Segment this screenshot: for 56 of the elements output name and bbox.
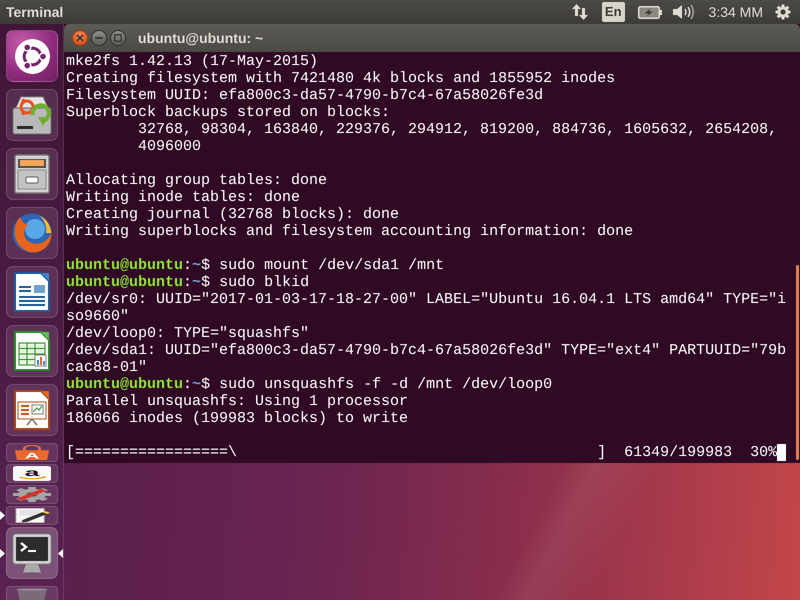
launcher-item[interactable] xyxy=(6,384,58,436)
terminal-output-line: 186066 inodes (199983 blocks) to write xyxy=(66,410,408,427)
command-line: ubuntu@ubuntu:~$ sudo mount /dev/sda1 /mnt xyxy=(66,257,444,274)
close-icon xyxy=(76,34,84,42)
spreadsheet-icon xyxy=(12,331,52,371)
up-down-arrows-icon[interactable] xyxy=(572,4,588,20)
paper-pencil-icon xyxy=(13,508,51,523)
globe-icon xyxy=(12,213,52,253)
terminal-output-line: /dev/loop0: TYPE="squashfs" xyxy=(66,325,310,342)
minimize-button[interactable] xyxy=(91,30,107,46)
launcher-item[interactable] xyxy=(6,148,58,200)
keyboard-layout-indicator[interactable]: En xyxy=(602,2,625,22)
file-cabinet-icon xyxy=(12,154,52,194)
terminal-output-line: cac88-01" xyxy=(66,359,148,376)
terminal-output-line: 4096000 xyxy=(138,138,202,155)
launcher-item[interactable] xyxy=(6,266,58,318)
disk-drive-icon xyxy=(12,95,52,135)
window-title: ubuntu@ubuntu: ~ xyxy=(138,30,264,46)
maximize-button[interactable] xyxy=(110,30,126,46)
terminal-output-line: Writing inode tables: done xyxy=(66,189,300,206)
launcher-item[interactable]: a xyxy=(6,464,58,483)
terminal-output-line: Creating journal (32768 blocks): done xyxy=(66,206,400,223)
launcher-item[interactable] xyxy=(6,30,58,82)
terminal-output-line: Parallel unsquashfs: Using 1 processor xyxy=(66,393,408,410)
minimize-icon xyxy=(95,37,103,39)
launcher-item[interactable] xyxy=(6,325,58,377)
launcher-item[interactable] xyxy=(6,506,58,525)
monitor-prompt-icon xyxy=(12,533,52,573)
terminal-output-line: mke2fs 1.42.13 (17-May-2015) xyxy=(66,53,318,70)
close-button[interactable] xyxy=(72,30,88,46)
presentation-icon xyxy=(12,390,52,430)
gear-wrench-icon xyxy=(13,487,51,502)
gear-icon[interactable] xyxy=(775,4,791,20)
app-title: Terminal xyxy=(6,4,64,20)
terminal-output-line: Creating filesystem with 7421480 4k blocks and 1855952 inodes xyxy=(66,70,616,87)
command-line: ubuntu@ubuntu:~$ sudo blkid xyxy=(66,274,310,291)
terminal-output-line: Filesystem UUID: efa800c3-da57-4790-b7c4-67a58026fe3d xyxy=(66,87,544,104)
launcher-item[interactable] xyxy=(6,527,58,579)
ring-dots-logo-icon xyxy=(14,38,50,74)
launcher-item[interactable] xyxy=(6,89,58,141)
terminal-output-line: 32768, 98304, 163840, 229376, 294912, 819200, 884736, 1605632, 2654208, xyxy=(138,121,778,138)
terminal-output-line: Allocating group tables: done xyxy=(66,172,328,189)
command-line: ubuntu@ubuntu:~$ sudo unsquashfs -f -d /mnt /dev/loop0 xyxy=(66,376,552,393)
terminal-output-line: [=================\ ] 61349/199983 30% xyxy=(66,444,778,461)
maximize-icon xyxy=(114,34,122,42)
document-icon xyxy=(12,272,52,312)
terminal-output-line: Writing superblocks and filesystem accounting information: done xyxy=(66,223,634,240)
clock[interactable]: 3:34 MM xyxy=(708,4,763,20)
volume-icon[interactable] xyxy=(672,4,695,20)
terminal-output-line: /dev/sr0: UUID="2017-01-03-17-18-27-00" LABEL="Ubuntu 16.04.1 LTS amd64" TYPE="i xyxy=(66,291,786,308)
battery-charging-icon[interactable] xyxy=(638,6,662,18)
terminal-output-line: /dev/sda1: UUID="efa800c3-da57-4790-b7c4-67a58026fe3d" TYPE="ext4" PARTUUID="79b xyxy=(66,342,786,359)
smile-arrow-logo-icon: a xyxy=(13,466,51,481)
terminal-output-line: Superblock backups stored on blocks: xyxy=(66,104,390,121)
scrollbar-thumb[interactable] xyxy=(796,265,799,460)
terminal-output-line: so9660" xyxy=(66,308,130,325)
